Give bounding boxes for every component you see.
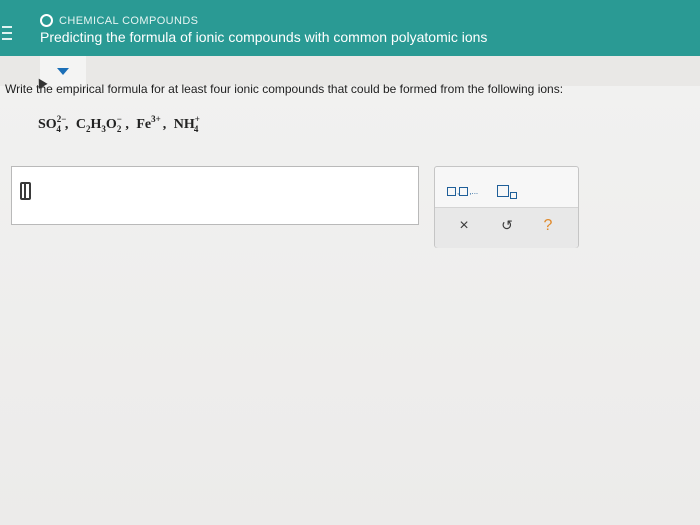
subscript-template-button[interactable]: [497, 181, 517, 201]
ion-sulfate: SO2−4: [38, 114, 66, 134]
clear-icon[interactable]: ×: [455, 217, 473, 235]
ion-subscript: 2: [85, 124, 91, 134]
ion-base: Fe: [136, 117, 152, 132]
question-prompt: Write the empirical formula for at least…: [5, 82, 564, 96]
circle-icon: [40, 14, 53, 27]
ion-charge: 2−: [56, 114, 67, 124]
action-bar: × ↺ ?: [435, 207, 578, 248]
ion-list: SO2−4 , C2H3O−2 , Fe3+ , NH+4: [38, 114, 200, 134]
page-title: Predicting the formula of ionic compound…: [40, 29, 488, 45]
ion-subscript: 4: [56, 124, 61, 134]
hamburger-menu-icon[interactable]: [2, 26, 12, 44]
ion-base: C: [75, 117, 86, 132]
ion-charge: −: [116, 114, 122, 124]
box-icon: [497, 185, 509, 197]
tool-palette: ,,... × ↺ ?: [434, 166, 579, 248]
text-cursor-icon: [20, 182, 31, 200]
undo-icon[interactable]: ↺: [498, 217, 516, 234]
ion-subscript: 2: [116, 124, 122, 134]
ion-base: NH: [173, 117, 195, 132]
ion-base: O: [105, 117, 117, 132]
ion-charge: 3+: [151, 114, 161, 124]
ion-base: SO: [38, 117, 57, 132]
box-icon: [459, 186, 469, 196]
ion-subscript: 3: [101, 124, 106, 134]
separator: ,: [162, 117, 167, 132]
main-content: [0, 86, 700, 525]
header-bar: CHEMICAL COMPOUNDS Predicting the formul…: [0, 0, 700, 56]
ion-charge: +: [194, 114, 200, 124]
ion-ammonium: NH+4: [173, 114, 200, 134]
ion-acetate: C2H3O−2: [75, 114, 122, 134]
topic-label: CHEMICAL COMPOUNDS: [59, 14, 199, 27]
ellipsis: ...: [471, 186, 479, 196]
ion-subscript: 4: [193, 124, 199, 134]
topic-row: CHEMICAL COMPOUNDS: [40, 14, 198, 27]
ion-base: H: [90, 117, 102, 132]
box-icon: [447, 186, 456, 196]
subscript-box-icon: [510, 191, 517, 199]
chevron-down-icon: [57, 68, 69, 75]
separator: ,: [125, 117, 129, 132]
help-icon[interactable]: ?: [539, 217, 557, 235]
list-template-button[interactable]: ,,...: [447, 181, 478, 201]
ion-iron: Fe3+: [136, 114, 161, 133]
answer-input[interactable]: [11, 166, 419, 225]
